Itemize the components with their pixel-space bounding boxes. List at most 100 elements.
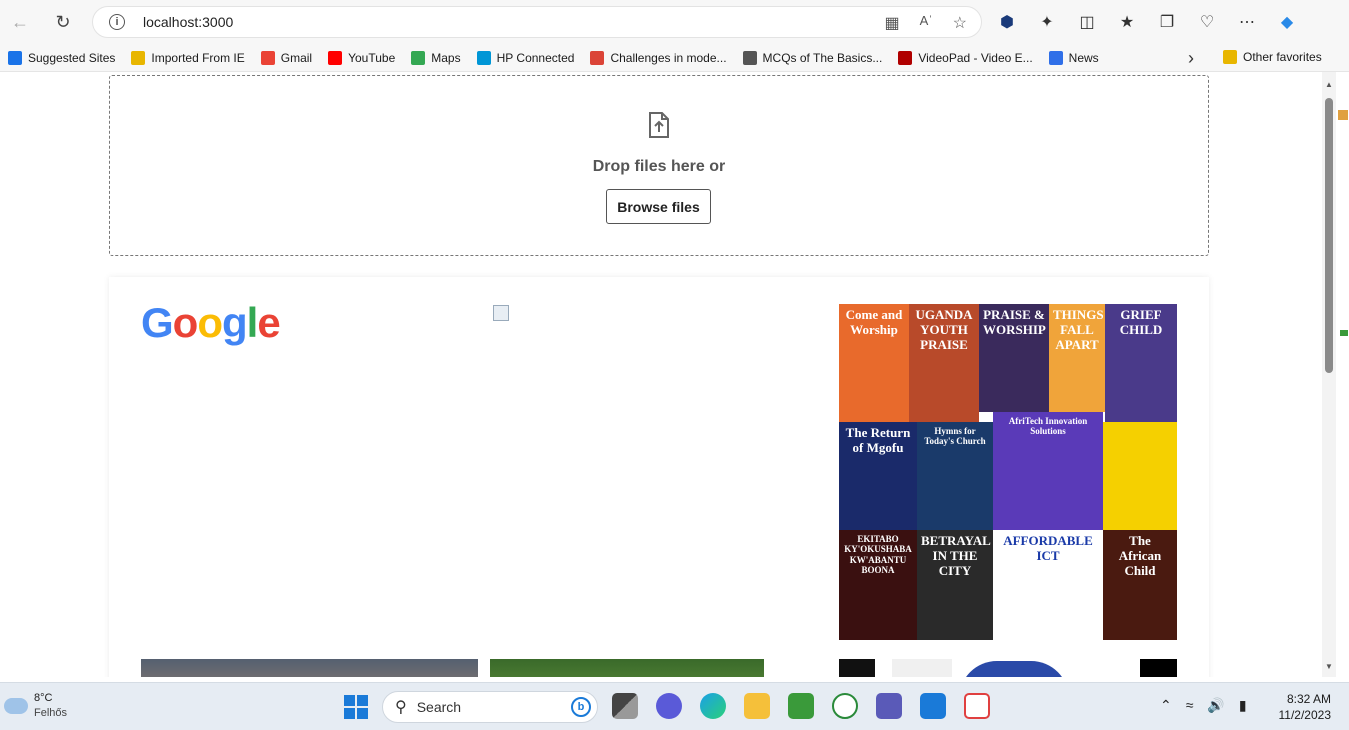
favorite-item[interactable]: VideoPad - Video E... [890,50,1040,65]
extensions-icon[interactable]: ✦ [1035,10,1059,34]
vscode-icon[interactable] [920,693,946,719]
file-explorer-icon[interactable] [744,693,770,719]
book-cover[interactable]: The Return of Mgofu [839,422,917,530]
favorite-item[interactable]: Suggested Sites [0,50,123,65]
chat-icon[interactable] [656,693,682,719]
book-cover[interactable]: THINGS FALL APART [1049,304,1105,412]
favorites-overflow-icon[interactable]: › [1188,48,1194,69]
taskbar-search[interactable]: ⚲ Search b [382,691,598,723]
scrollbar-thumb[interactable] [1325,98,1333,373]
split-screen-icon[interactable]: ◫ [1075,10,1099,34]
clock-time: 8:32 AM [1286,692,1331,706]
youtube-icon [328,50,343,65]
photo-thumbnail[interactable] [1140,659,1177,677]
maps-icon [411,50,426,65]
favorite-item[interactable]: MCQs of The Basics... [735,50,891,65]
folder-icon [1223,50,1237,64]
collections-icon[interactable]: ❐ [1155,10,1179,34]
book-cover[interactable]: Come and Worship [839,304,909,422]
book-cover[interactable]: AFFORDABLE ICT [993,530,1103,640]
book-cover[interactable]: AfriTech Innovation Solutions [993,412,1103,530]
favorite-star-icon[interactable]: ☆ [953,13,967,33]
favorite-label: MCQs of The Basics... [762,50,883,65]
search-icon [8,50,22,65]
favorite-item[interactable]: Challenges in mode... [582,50,734,65]
weather-widget[interactable]: 8°C Felhős [4,691,67,721]
book-title: The African Child [1118,533,1162,578]
read-aloud-icon[interactable]: Aˈ [920,13,933,33]
snipping-tool-icon[interactable] [964,693,990,719]
favorite-item[interactable]: Imported From IE [123,50,252,65]
book-cover[interactable]: EKITABO KY'OKUSHABA KW'ABANTU BOONA [839,530,917,640]
favorites-icon[interactable]: ★ [1115,10,1139,34]
app-available-icon[interactable]: ▦ [885,13,900,33]
other-favorites[interactable]: Other favorites [1215,50,1330,64]
site-info-icon[interactable]: i [109,14,125,30]
favorite-label: Imported From IE [151,50,245,65]
cisco-app-icon[interactable] [788,693,814,719]
book-title: Hymns for Today's Church [924,426,986,447]
favorite-label: News [1068,50,1099,65]
weather-place: Felhős [34,707,68,719]
volume-icon[interactable]: 🔊 [1207,697,1224,714]
taskbar-search-label: Search [416,699,462,715]
favorite-label: Suggested Sites [28,50,116,65]
task-view-icon[interactable] [612,693,638,719]
wifi-icon[interactable]: ≈ [1186,697,1194,714]
book-cover[interactable]: BETRAYAL IN THE CITY [917,530,993,640]
favorite-label: VideoPad - Video E... [918,50,1033,65]
book-cover[interactable]: PRAISE & WORSHIP [979,304,1049,412]
clock[interactable]: 8:32 AM 11/2/2023 [1279,691,1332,723]
book-cover[interactable] [1103,422,1177,530]
dropzone-text: Drop files here or [592,158,726,175]
book-cover[interactable]: UGANDA YOUTH PRAISE [909,304,979,422]
extension-shield-icon[interactable]: ⬢ [995,10,1019,34]
book-cover[interactable]: The African Child [1103,530,1177,640]
favorite-item[interactable]: News [1041,50,1107,65]
gmail-icon [260,50,275,65]
battery-icon[interactable]: ▮ [1239,697,1247,714]
favorite-label: Challenges in mode... [610,50,727,65]
favorite-label: Maps [431,50,461,65]
windows-taskbar: 8°C Felhős ⚲ Search b ⌃ ≈ 🔊 ▮ 8:32 AM 11… [0,682,1349,730]
scroll-down-icon[interactable]: ▼ [1325,662,1333,671]
book-title: BETRAYAL IN THE CITY [921,533,991,578]
photo-thumbnail[interactable] [141,659,478,677]
clock-date: 11/2/2023 [1278,708,1332,722]
favorite-item[interactable]: YouTube [320,50,403,65]
favorite-item[interactable]: HP Connected [469,50,583,65]
mongodb-compass-icon[interactable] [832,693,858,719]
browser-essentials-icon[interactable]: ♡ [1195,10,1219,34]
scroll-up-icon[interactable]: ▲ [1325,80,1333,89]
address-bar-url[interactable]: localhost:3000 [143,14,233,30]
photo-thumbnail[interactable] [490,659,764,677]
address-bar[interactable]: i localhost:3000 ▦ Aˈ ☆ [92,6,982,38]
news-icon [1048,50,1063,65]
book-title: EKITABO KY'OKUSHABA KW'ABANTU BOONA [844,534,912,576]
book-cover[interactable]: GRIEF CHILD [1105,304,1177,422]
favorites-bar: Suggested Sites Imported From IE Gmail YouT… [0,44,1349,72]
page-scrollbar[interactable]: ▲ ▼ [1322,72,1336,677]
favorite-item[interactable]: Maps [403,50,468,65]
browse-files-button[interactable]: Browse files [606,189,711,224]
back-icon[interactable]: ← [5,7,35,37]
book-title: UGANDA YOUTH PRAISE [915,307,973,352]
file-dropzone[interactable]: Drop files here or Browse files [109,75,1209,256]
book-title: THINGS FALL APART [1053,307,1104,352]
start-button[interactable] [344,695,368,719]
videopad-icon [898,50,913,65]
more-menu-icon[interactable]: ⋯ [1235,10,1259,34]
photo-thumbnail[interactable] [892,659,952,677]
photo-thumbnail[interactable] [959,661,1069,677]
weather-temperature: 8°C [34,692,53,704]
favorite-item[interactable]: Gmail [253,50,320,65]
book-title: AFFORDABLE ICT [1003,533,1093,563]
refresh-icon[interactable]: ↻ [48,7,78,37]
book-cover[interactable]: Hymns for Today's Church [917,422,993,530]
bing-icon[interactable]: b [571,697,591,717]
copilot-icon[interactable]: ◆ [1275,10,1299,34]
photo-thumbnail[interactable] [839,659,875,677]
show-hidden-icons-icon[interactable]: ⌃ [1160,697,1172,714]
edge-browser-icon[interactable] [700,693,726,719]
teams-icon[interactable] [876,693,902,719]
